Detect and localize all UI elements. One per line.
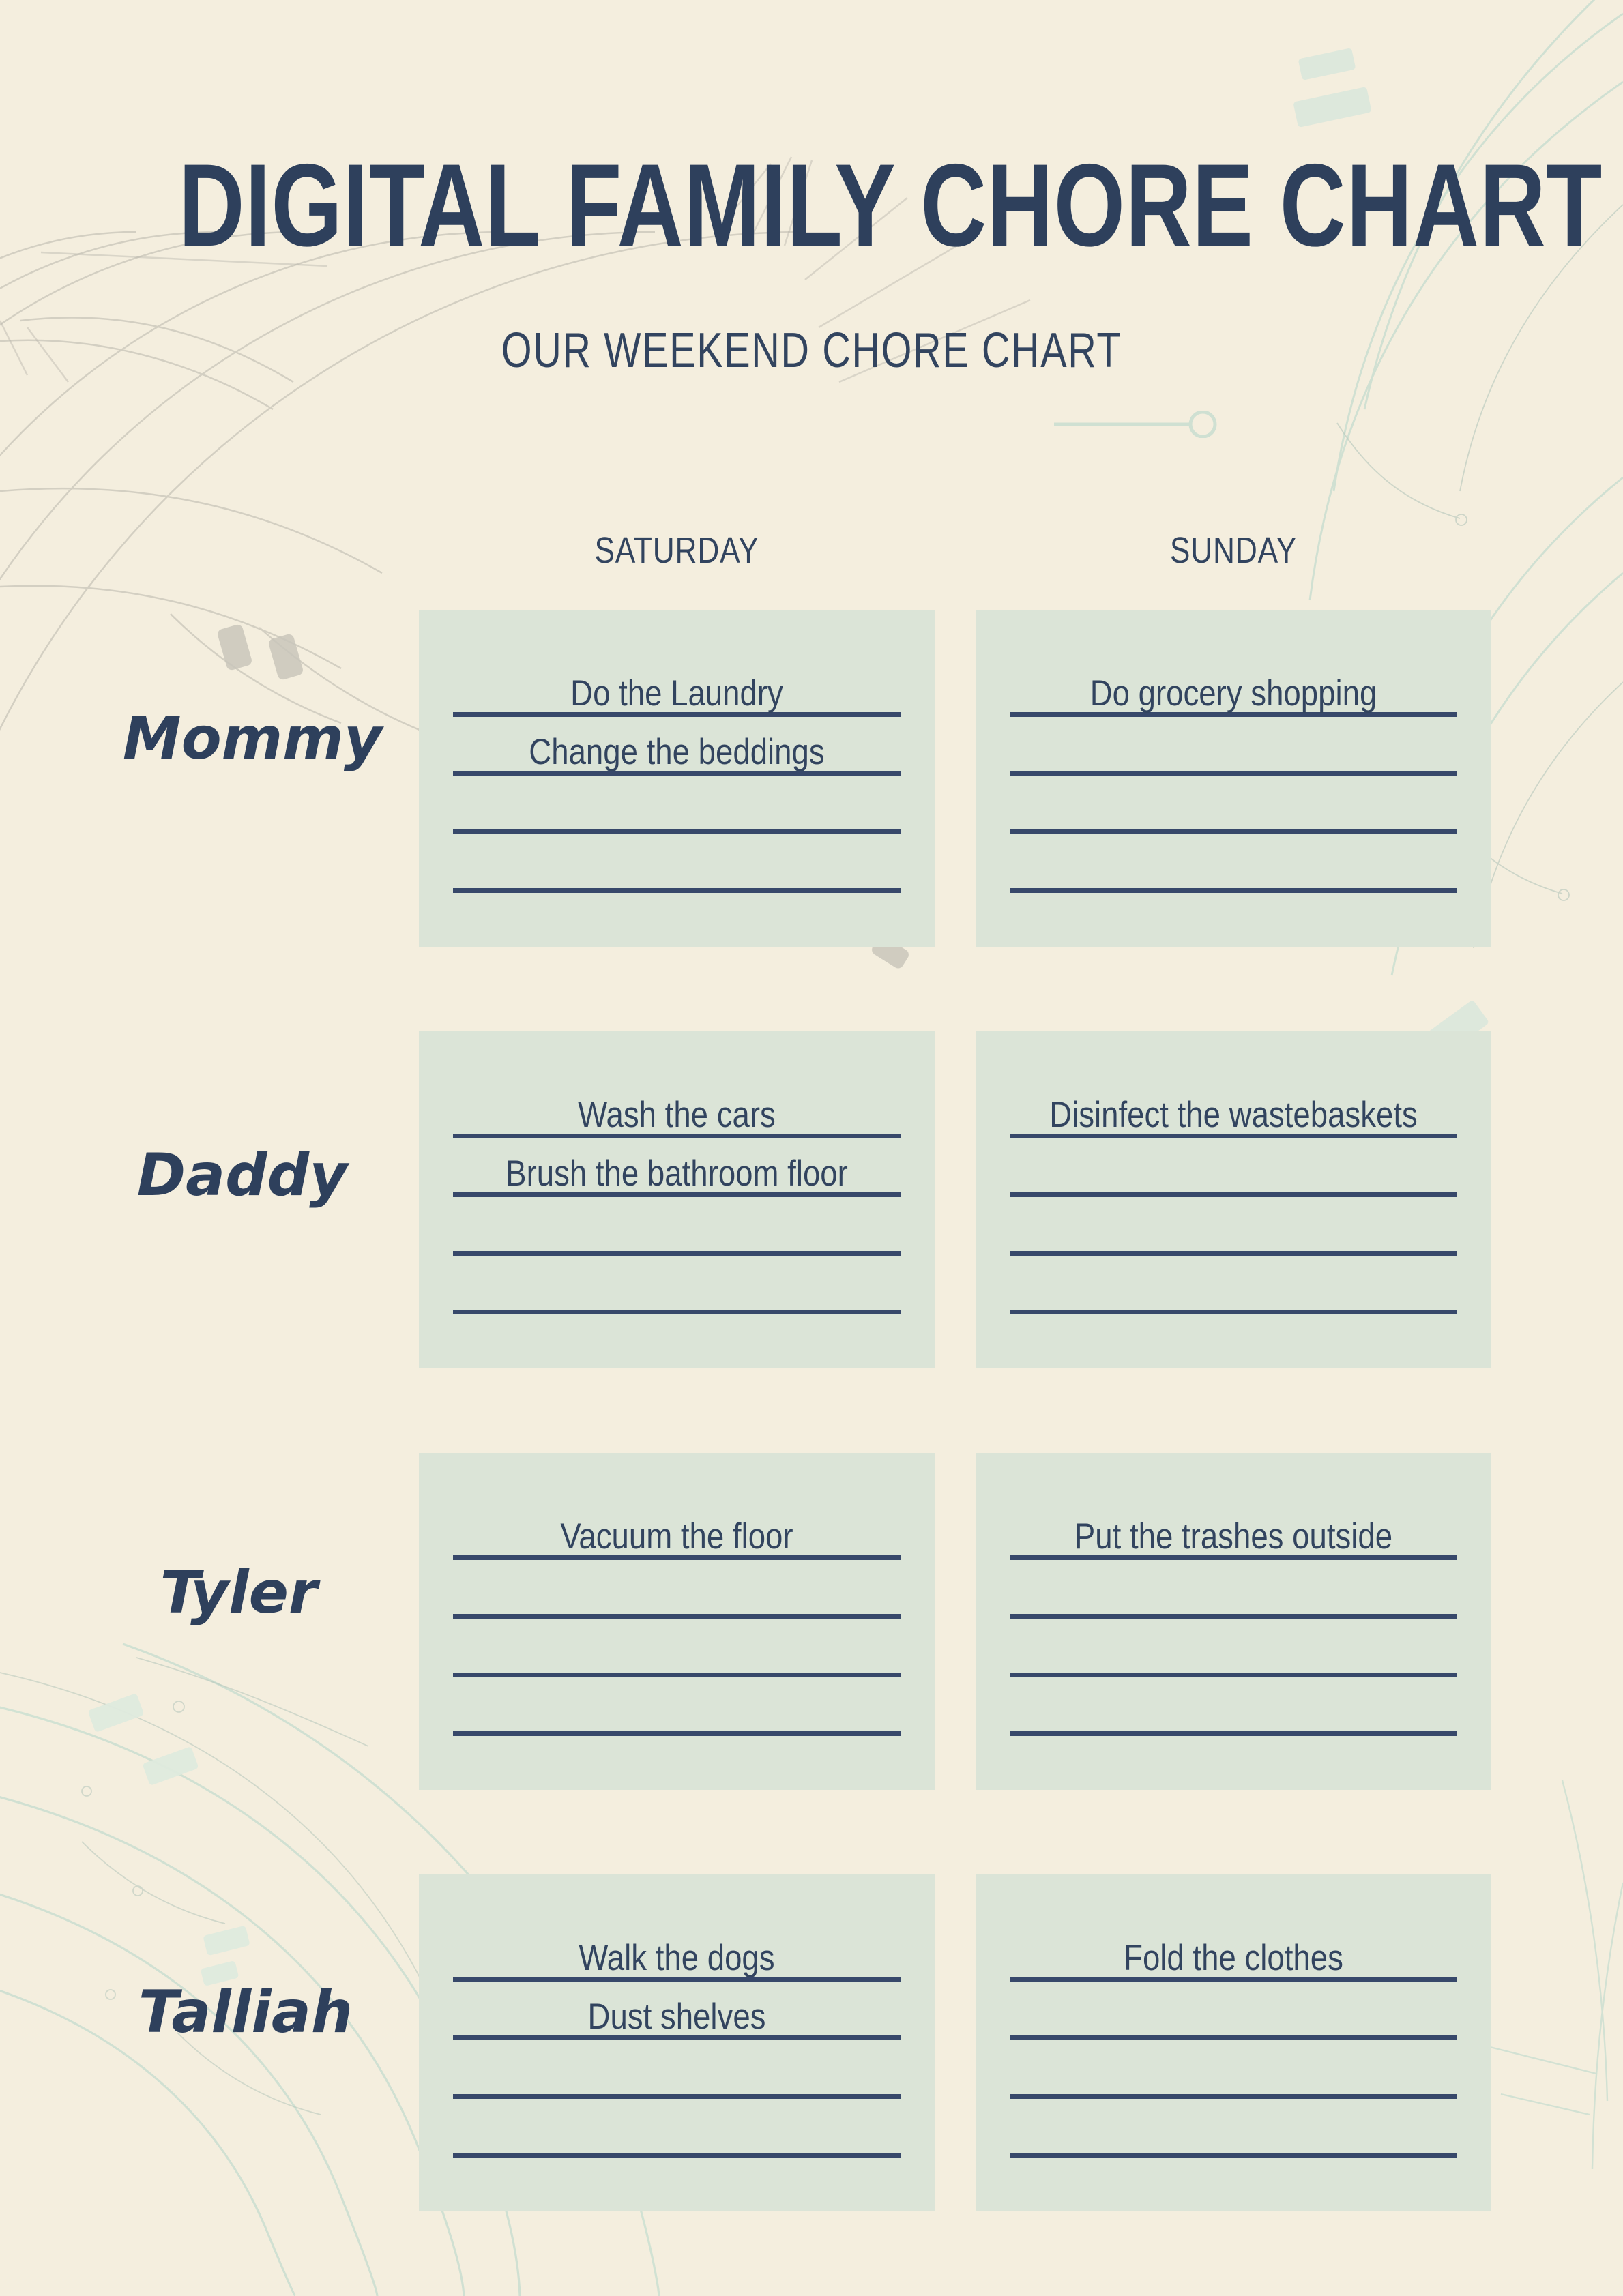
chore-task-text[interactable]: Walk the dogs xyxy=(455,1940,898,1976)
chore-chart-page: DIGITAL FAMILY CHORE CHART OUR WEEKEND C… xyxy=(0,0,1623,2296)
chore-blank-line[interactable] xyxy=(1010,2094,1457,2099)
column-header-sunday: SUNDAY xyxy=(1169,530,1298,571)
chore-cell[interactable]: Do grocery shopping xyxy=(976,610,1491,947)
row-name-label: Daddy xyxy=(136,1141,348,1209)
row-name-label: Tyler xyxy=(160,1559,318,1627)
chore-task-text[interactable]: Fold the clothes xyxy=(1012,1940,1455,1976)
chore-cell[interactable]: Disinfect the wastebaskets xyxy=(976,1031,1491,1368)
page-subtitle: OUR WEEKEND CHORE CHART xyxy=(501,323,1122,378)
chore-blank-line[interactable] xyxy=(453,1731,901,1736)
chore-blank-line[interactable] xyxy=(1010,888,1457,893)
chore-cell[interactable]: Wash the cars Brush the bathroom floor xyxy=(419,1031,935,1368)
rule-lines xyxy=(419,1453,935,1790)
chore-blank-line[interactable] xyxy=(1010,1614,1457,1619)
rule-lines xyxy=(976,1874,1491,2211)
chore-cell[interactable]: Fold the clothes xyxy=(976,1874,1491,2211)
chore-blank-line[interactable] xyxy=(453,2094,901,2099)
column-header-saturday: SATURDAY xyxy=(594,530,759,571)
chore-blank-line[interactable] xyxy=(453,1673,901,1677)
chore-blank-line[interactable] xyxy=(1010,1192,1457,1197)
chore-blank-line[interactable] xyxy=(453,1614,901,1619)
chore-blank-line[interactable] xyxy=(1010,1310,1457,1314)
chore-blank-line[interactable] xyxy=(1010,771,1457,776)
chore-blank-line[interactable] xyxy=(1010,1731,1457,1736)
row-name-label: Talliah xyxy=(138,1978,353,2046)
chore-task-text[interactable]: Put the trashes outside xyxy=(1012,1518,1455,1555)
chore-blank-line[interactable] xyxy=(1010,2153,1457,2158)
chore-cell[interactable]: Walk the dogs Dust shelves xyxy=(419,1874,935,2211)
rule-lines xyxy=(976,1453,1491,1790)
rule-lines xyxy=(976,1031,1491,1368)
subtitle-accent-icon xyxy=(1054,411,1217,438)
chore-task-text[interactable]: Change the beddings xyxy=(455,734,898,770)
chore-task-text[interactable]: Wash the cars xyxy=(455,1097,898,1133)
rule-lines xyxy=(419,1031,935,1368)
chore-task-text[interactable]: Brush the bathroom floor xyxy=(455,1156,898,1192)
chore-cell[interactable]: Vacuum the floor xyxy=(419,1453,935,1790)
chore-blank-line[interactable] xyxy=(1010,2035,1457,2040)
chore-blank-line[interactable] xyxy=(453,888,901,893)
row-name-label: Mommy xyxy=(123,705,382,773)
page-title: DIGITAL FAMILY CHORE CHART xyxy=(178,140,1603,271)
rule-lines xyxy=(419,610,935,947)
chore-cell[interactable]: Put the trashes outside xyxy=(976,1453,1491,1790)
chore-blank-line[interactable] xyxy=(453,2153,901,2158)
chore-blank-line[interactable] xyxy=(453,1251,901,1256)
chore-cell[interactable]: Do the Laundry Change the beddings xyxy=(419,610,935,947)
chore-task-text[interactable]: Vacuum the floor xyxy=(455,1518,898,1555)
chore-task-text[interactable]: Disinfect the wastebaskets xyxy=(1012,1097,1455,1133)
chore-task-text[interactable]: Do the Laundry xyxy=(455,675,898,711)
chore-blank-line[interactable] xyxy=(1010,829,1457,834)
rule-lines xyxy=(419,1874,935,2211)
chore-blank-line[interactable] xyxy=(453,1310,901,1314)
chore-blank-line[interactable] xyxy=(453,829,901,834)
chore-blank-line[interactable] xyxy=(1010,1251,1457,1256)
chore-blank-line[interactable] xyxy=(1010,1673,1457,1677)
chore-task-text[interactable]: Dust shelves xyxy=(455,1999,898,2035)
chore-task-text[interactable]: Do grocery shopping xyxy=(1012,675,1455,711)
rule-lines xyxy=(976,610,1491,947)
